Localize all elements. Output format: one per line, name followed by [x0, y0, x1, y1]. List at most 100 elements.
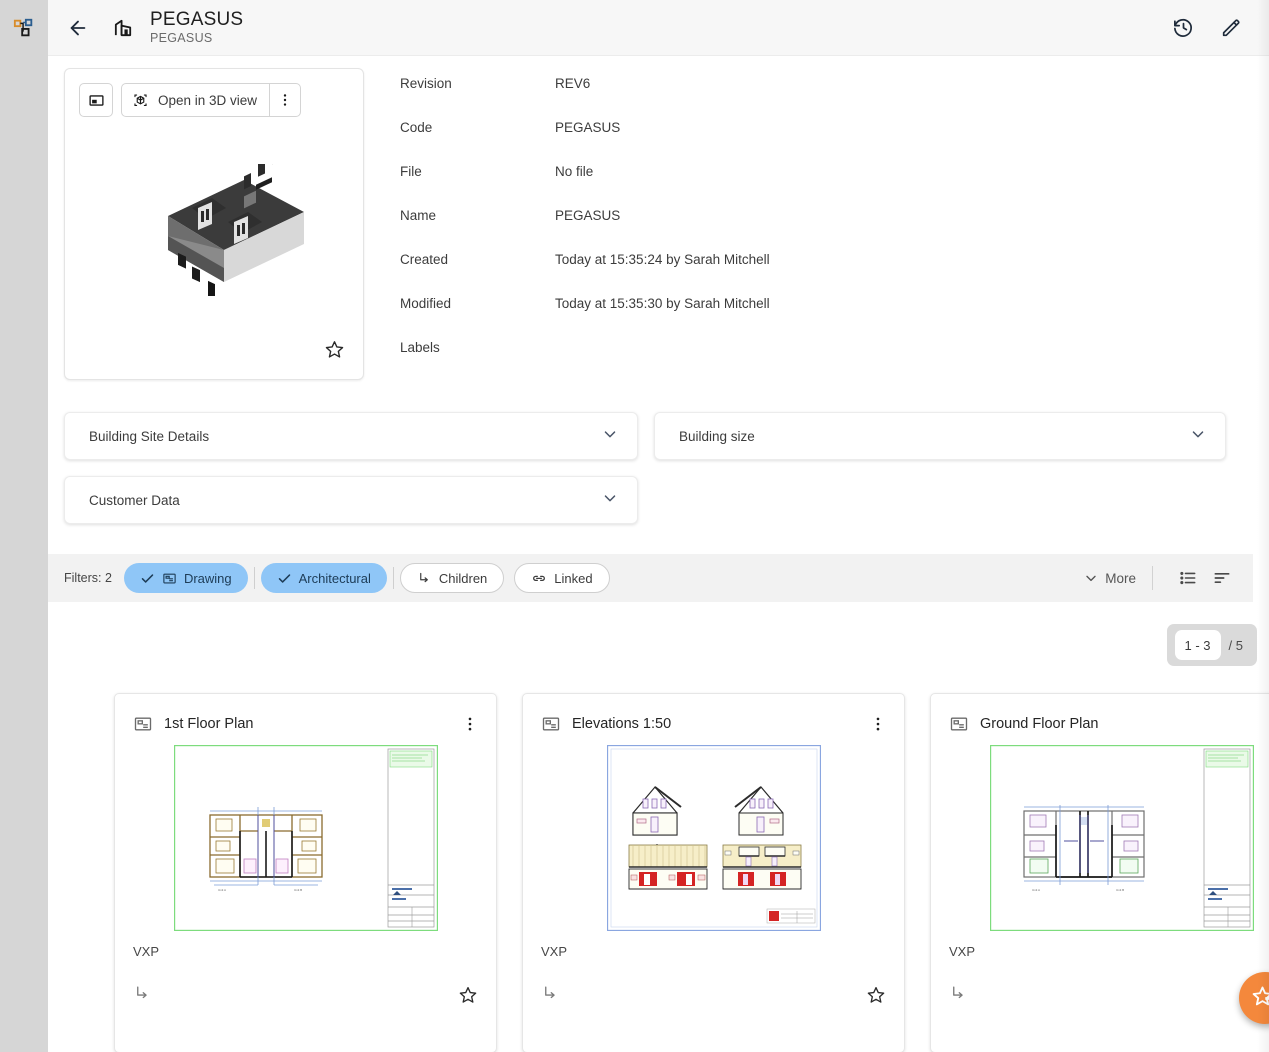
open-3d-view-button[interactable]: Open in 3D view — [122, 84, 269, 116]
panel-layout-icon[interactable] — [79, 83, 113, 117]
edit-icon[interactable] — [1213, 10, 1249, 46]
star-plus-icon — [1250, 983, 1269, 1013]
preview-kebab-icon[interactable] — [270, 84, 300, 116]
drawing-icon — [133, 714, 153, 734]
chevron-down-icon — [1083, 570, 1099, 586]
card-favorite-star-icon[interactable] — [866, 985, 886, 1010]
drawing-card[interactable]: 1st Floor Plan — [114, 693, 497, 1052]
metadata-row: Code PEGASUS — [400, 118, 1269, 162]
filters-count-label: Filters: 2 — [64, 571, 112, 585]
check-icon — [140, 571, 155, 586]
filter-bar: Filters: 2 Drawing Architectural — [48, 554, 1253, 602]
card-title: 1st Floor Plan — [164, 716, 458, 732]
filter-chip-linked[interactable]: Linked — [514, 563, 609, 593]
open-3d-label: Open in 3D view — [158, 93, 257, 108]
metadata-label: Created — [400, 250, 555, 267]
metadata-value: REV6 — [555, 74, 590, 91]
accordion-group: Building Site Details Building size Cust… — [48, 382, 1269, 524]
page-body: Open in 3D view — [48, 56, 1269, 1052]
filter-chip-label: Children — [439, 571, 487, 586]
accordion-customer-data[interactable]: Customer Data — [64, 476, 638, 524]
more-filters-button[interactable]: More — [1083, 570, 1136, 586]
card-children-icon[interactable] — [133, 984, 152, 1008]
main-column: PEGASUS PEGASUS — [48, 0, 1269, 1052]
more-vert-icon[interactable] — [1261, 10, 1269, 46]
svg-text:Unit A: Unit A — [1032, 888, 1040, 892]
check-icon — [277, 571, 292, 586]
card-thumbnail-elevations[interactable] — [523, 742, 904, 934]
metadata-row: File No file — [400, 162, 1269, 206]
card-subtitle: VXP — [949, 944, 975, 959]
filter-chip-label: Drawing — [184, 571, 232, 586]
open-3d-group: Open in 3D view — [121, 83, 301, 117]
card-children-icon[interactable] — [541, 984, 560, 1008]
favorite-star-icon[interactable] — [324, 339, 345, 365]
card-kebab-icon[interactable] — [866, 712, 890, 736]
drawing-card[interactable]: Ground Floor Plan — [930, 693, 1269, 1052]
link-icon — [531, 570, 547, 586]
card-thumbnail-floorplan[interactable]: Unit A Unit B — [931, 742, 1269, 934]
metadata-row: Name PEGASUS — [400, 206, 1269, 250]
metadata-label: File — [400, 162, 555, 179]
hierarchy-icon[interactable] — [10, 14, 38, 42]
card-favorite-star-icon[interactable] — [458, 985, 478, 1010]
pagination: 1 - 3 / 5 — [1167, 624, 1257, 666]
history-icon[interactable] — [1165, 10, 1201, 46]
metadata-label: Modified — [400, 294, 555, 311]
pagination-range[interactable]: 1 - 3 — [1175, 630, 1221, 660]
cube-3d-icon — [132, 92, 149, 109]
chevron-down-icon — [601, 489, 619, 512]
card-title: Ground Floor Plan — [980, 716, 1269, 732]
card-subtitle: VXP — [541, 944, 567, 959]
building-icon — [106, 11, 140, 45]
metadata-value: PEGASUS — [555, 118, 620, 135]
app-header: PEGASUS PEGASUS — [48, 0, 1269, 56]
drawing-card[interactable]: Elevations 1:50 — [522, 693, 905, 1052]
drawing-icon — [162, 571, 177, 586]
left-rail — [0, 0, 48, 1052]
card-kebab-icon[interactable] — [458, 712, 482, 736]
preview-toolbar: Open in 3D view — [65, 69, 363, 117]
accordion-building-site-details[interactable]: Building Site Details — [64, 412, 638, 460]
svg-text:Unit B: Unit B — [1116, 888, 1124, 892]
metadata-value: PEGASUS — [555, 206, 620, 223]
metadata-row: Revision REV6 — [400, 74, 1269, 118]
metadata-table: Revision REV6 Code PEGASUS File No file … — [400, 68, 1269, 382]
model-preview-card: Open in 3D view — [64, 68, 364, 380]
accordion-building-size[interactable]: Building size — [654, 412, 1226, 460]
metadata-value: Today at 15:35:24 by Sarah Mitchell — [555, 250, 770, 267]
accordion-label: Building size — [679, 429, 755, 444]
detail-area: Open in 3D view — [48, 56, 1269, 382]
back-button[interactable] — [60, 10, 96, 46]
chevron-down-icon — [601, 425, 619, 448]
sort-icon[interactable] — [1207, 563, 1237, 593]
filter-chip-label: Architectural — [299, 571, 371, 586]
accordion-label: Customer Data — [89, 493, 180, 508]
metadata-label: Code — [400, 118, 555, 135]
svg-text:Unit B: Unit B — [294, 888, 302, 892]
accordion-label: Building Site Details — [89, 429, 209, 444]
filter-chip-children[interactable]: Children — [400, 563, 504, 593]
header-titles: PEGASUS PEGASUS — [150, 10, 243, 45]
pagination-row: 1 - 3 / 5 — [48, 602, 1269, 666]
list-view-icon[interactable] — [1173, 563, 1203, 593]
chevron-down-icon — [1189, 425, 1207, 448]
divider — [1152, 566, 1153, 590]
page-subtitle: PEGASUS — [150, 32, 243, 45]
metadata-row: Modified Today at 15:35:30 by Sarah Mitc… — [400, 294, 1269, 338]
filter-chip-drawing[interactable]: Drawing — [124, 563, 248, 593]
page-title: PEGASUS — [150, 10, 243, 30]
card-header: 1st Floor Plan — [115, 694, 496, 736]
card-thumbnail-floorplan[interactable]: Unit A Unit B — [115, 742, 496, 934]
model-thumbnail[interactable] — [65, 125, 363, 335]
metadata-label: Name — [400, 206, 555, 223]
svg-text:Unit A: Unit A — [218, 888, 226, 892]
filter-chip-architectural[interactable]: Architectural — [261, 563, 387, 593]
card-title: Elevations 1:50 — [572, 716, 866, 732]
metadata-label: Revision — [400, 74, 555, 91]
card-children-icon[interactable] — [949, 984, 968, 1008]
divider — [393, 567, 394, 589]
metadata-label: Labels — [400, 338, 555, 355]
metadata-row: Created Today at 15:35:24 by Sarah Mitch… — [400, 250, 1269, 294]
drawing-cards-grid: 1st Floor Plan — [48, 666, 1269, 1052]
